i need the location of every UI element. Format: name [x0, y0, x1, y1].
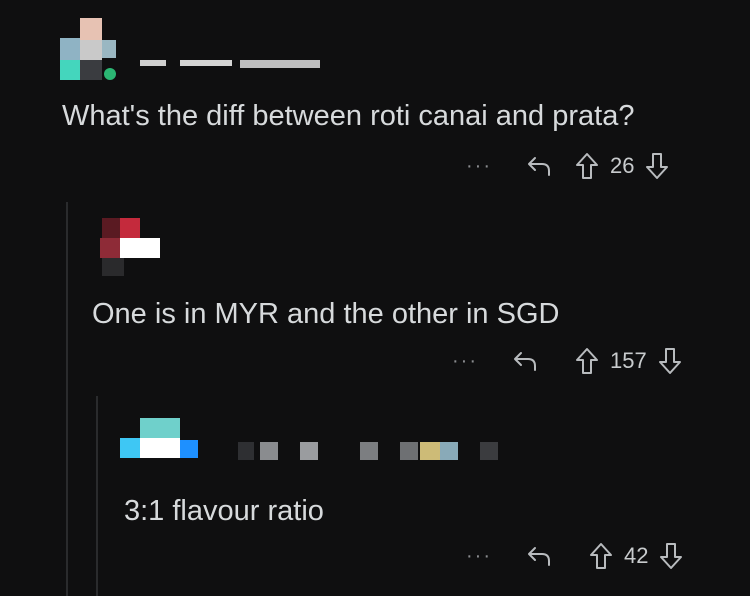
reply-icon[interactable]: [522, 545, 556, 567]
comment-3: 3:1 flavour ratio ··· 42: [0, 0, 750, 596]
upvote-icon[interactable]: [586, 542, 616, 570]
comment-body: 3:1 flavour ratio: [124, 495, 324, 527]
comment-actions: ··· 42: [462, 538, 686, 574]
downvote-icon[interactable]: [656, 542, 686, 570]
username-redacted[interactable]: [238, 440, 502, 462]
more-options-button[interactable]: ···: [462, 546, 496, 566]
avatar[interactable]: [118, 418, 202, 464]
vote-count: 42: [624, 543, 649, 568]
